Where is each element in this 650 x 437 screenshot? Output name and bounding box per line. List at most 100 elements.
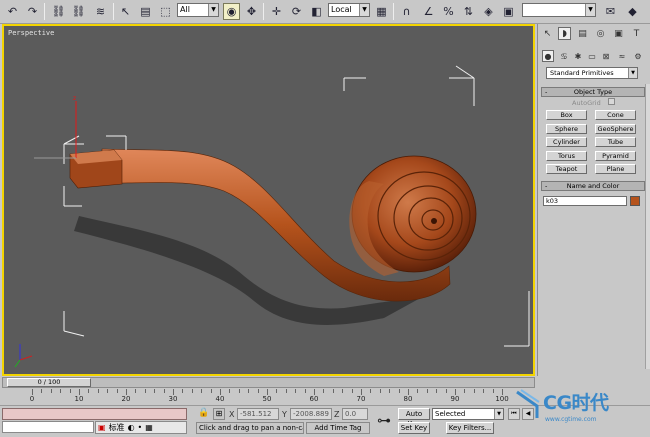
display-tab-icon[interactable]: ▣ bbox=[612, 27, 625, 40]
geosphere-button[interactable]: GeoSphere bbox=[595, 124, 636, 134]
lights-icon[interactable]: ✱ bbox=[572, 50, 584, 62]
plane-button[interactable]: Plane bbox=[595, 164, 636, 174]
helpers-icon[interactable]: ⊠ bbox=[600, 50, 612, 62]
cone-button[interactable]: Cone bbox=[595, 110, 636, 120]
category-dropdown[interactable]: Standard Primitives ▼ bbox=[546, 67, 638, 79]
box-button[interactable]: Box bbox=[546, 110, 587, 120]
scale-icon[interactable]: ◧ bbox=[308, 3, 325, 20]
motion-tab-icon[interactable]: ◎ bbox=[594, 27, 607, 40]
sphere-button[interactable]: Sphere bbox=[546, 124, 587, 134]
maxscript-listener-pink[interactable] bbox=[2, 408, 187, 420]
window-crossing-icon[interactable]: ◉ bbox=[223, 3, 240, 20]
command-panel-scrollbar[interactable] bbox=[645, 84, 650, 369]
render-icon[interactable]: ◆ bbox=[624, 3, 641, 20]
move-icon[interactable]: ✛ bbox=[268, 3, 285, 20]
track-bar-tick bbox=[97, 389, 99, 393]
hierarchy-tab-icon[interactable]: ▤ bbox=[576, 27, 589, 40]
time-slider-thumb[interactable]: 0 / 100 bbox=[7, 378, 91, 387]
percent-snap-icon[interactable]: % bbox=[440, 3, 457, 20]
object-color-swatch[interactable] bbox=[630, 196, 640, 206]
perspective-viewport[interactable]: Perspective z bbox=[2, 24, 535, 376]
auto-key-button[interactable]: Auto Key bbox=[398, 408, 430, 428]
z-coordinate-field[interactable]: 0.0 bbox=[342, 408, 368, 420]
watermark-text: CG时代 bbox=[543, 392, 609, 414]
tube-button[interactable]: Tube bbox=[595, 137, 636, 147]
object-name-input[interactable]: k03 bbox=[543, 196, 627, 206]
curl-center bbox=[431, 218, 437, 224]
prompt-line: Click and drag to pan a non-camera view bbox=[196, 422, 304, 434]
reference-coordinate-dropdown[interactable]: Local ▼ bbox=[328, 3, 370, 17]
y-coordinate-field[interactable]: -2008.889 bbox=[290, 408, 332, 420]
systems-icon[interactable]: ⚙ bbox=[632, 50, 644, 62]
key-filters-button[interactable]: Key Filters... bbox=[446, 422, 494, 434]
rectangular-selection-icon[interactable]: ⬚ bbox=[157, 3, 174, 20]
track-bar-tick bbox=[238, 389, 240, 393]
key-mode-dropdown[interactable]: Selected ▼ bbox=[432, 408, 504, 420]
snaps-toggle-icon[interactable]: ∩ bbox=[398, 3, 415, 20]
track-bar-tick bbox=[182, 389, 184, 393]
named-selection-sets-dropdown[interactable]: ▼ bbox=[522, 3, 596, 17]
name-and-color-rollout[interactable]: - Name and Color bbox=[541, 181, 645, 191]
track-bar-tick bbox=[60, 389, 62, 393]
maxscript-listener-white[interactable] bbox=[2, 421, 94, 433]
track-bar[interactable]: 0 10 20 30 40 50 60 70 80 90 100 bbox=[2, 389, 535, 405]
x-coordinate-field[interactable]: -581.512 bbox=[237, 408, 279, 420]
unlink-selection-icon[interactable]: ⛓ bbox=[70, 3, 87, 20]
object-type-rollout[interactable]: - Object Type bbox=[541, 87, 645, 97]
spinner-snap-icon[interactable]: ⇅ bbox=[460, 3, 477, 20]
redo-icon[interactable]: ↷ bbox=[24, 3, 41, 20]
track-bar-tick bbox=[88, 389, 90, 393]
select-and-move-icon[interactable]: ✥ bbox=[243, 3, 260, 20]
lock-selection-icon[interactable]: 🔒 bbox=[198, 408, 209, 420]
absolute-mode-icon[interactable]: ⊞ bbox=[213, 408, 225, 420]
create-tab-icon[interactable]: ↖ bbox=[541, 27, 554, 40]
undo-icon[interactable]: ↶ bbox=[4, 3, 21, 20]
select-by-name-icon[interactable]: ▤ bbox=[137, 3, 154, 20]
track-bar-tick bbox=[492, 389, 494, 393]
world-y-axis bbox=[14, 359, 21, 368]
set-key-button[interactable]: Set Key bbox=[398, 422, 430, 434]
ime-mode-label[interactable]: 标准 bbox=[109, 422, 125, 433]
viewport-scene: z bbox=[14, 65, 530, 368]
named-selection-icon[interactable]: ◈ bbox=[480, 3, 497, 20]
bind-to-space-warp-icon[interactable]: ≋ bbox=[92, 3, 109, 20]
track-bar-tick bbox=[69, 389, 71, 393]
material-editor-icon[interactable]: ✉ bbox=[602, 3, 619, 20]
track-bar-label: 20 bbox=[121, 395, 131, 403]
rotate-icon[interactable]: ⟳ bbox=[288, 3, 305, 20]
select-and-link-icon[interactable]: ⛓ bbox=[50, 3, 67, 20]
shapes-icon[interactable]: ♋ bbox=[558, 50, 570, 62]
utilities-tab-icon[interactable]: T bbox=[630, 27, 643, 40]
toolbar-separator bbox=[393, 3, 394, 20]
geometry-icon[interactable]: ● bbox=[542, 50, 554, 62]
set-key-icon[interactable]: ⊶ bbox=[371, 412, 397, 430]
track-bar-tick bbox=[285, 389, 287, 393]
track-bar-label: 60 bbox=[309, 395, 319, 403]
selection-filter-dropdown[interactable]: All ▼ bbox=[177, 3, 219, 17]
pyramid-button[interactable]: Pyramid bbox=[595, 151, 636, 161]
mirror-icon[interactable]: ▣ bbox=[500, 3, 517, 20]
torus-button[interactable]: Torus bbox=[546, 151, 587, 161]
autogrid-label: AutoGrid bbox=[572, 99, 601, 107]
angle-snap-icon[interactable]: ∠ bbox=[420, 3, 437, 20]
track-bar-tick bbox=[50, 389, 52, 393]
track-bar-label: 90 bbox=[450, 395, 460, 403]
toolbar-separator bbox=[44, 3, 45, 20]
track-bar-tick bbox=[483, 389, 485, 393]
track-bar-tick bbox=[248, 389, 250, 393]
track-bar-tick bbox=[144, 389, 146, 393]
time-slider[interactable]: 0 / 100 bbox=[2, 377, 535, 388]
pivot-center-icon[interactable]: ▦ bbox=[373, 3, 390, 20]
cameras-icon[interactable]: ▭ bbox=[586, 50, 598, 62]
add-time-tag-button[interactable]: Add Time Tag bbox=[306, 422, 370, 434]
watermark-logo-icon bbox=[516, 389, 540, 418]
teapot-button[interactable]: Teapot bbox=[546, 164, 587, 174]
track-bar-tick bbox=[436, 389, 438, 393]
cylinder-button[interactable]: Cylinder bbox=[546, 137, 587, 147]
autogrid-checkbox[interactable] bbox=[608, 98, 615, 105]
pivot-z-label: z bbox=[73, 95, 76, 102]
select-object-icon[interactable]: ↖ bbox=[117, 3, 134, 20]
space-warps-icon[interactable]: ≈ bbox=[616, 50, 628, 62]
track-bar-tick bbox=[257, 389, 259, 393]
modify-tab-icon[interactable]: ◗ bbox=[558, 27, 571, 40]
